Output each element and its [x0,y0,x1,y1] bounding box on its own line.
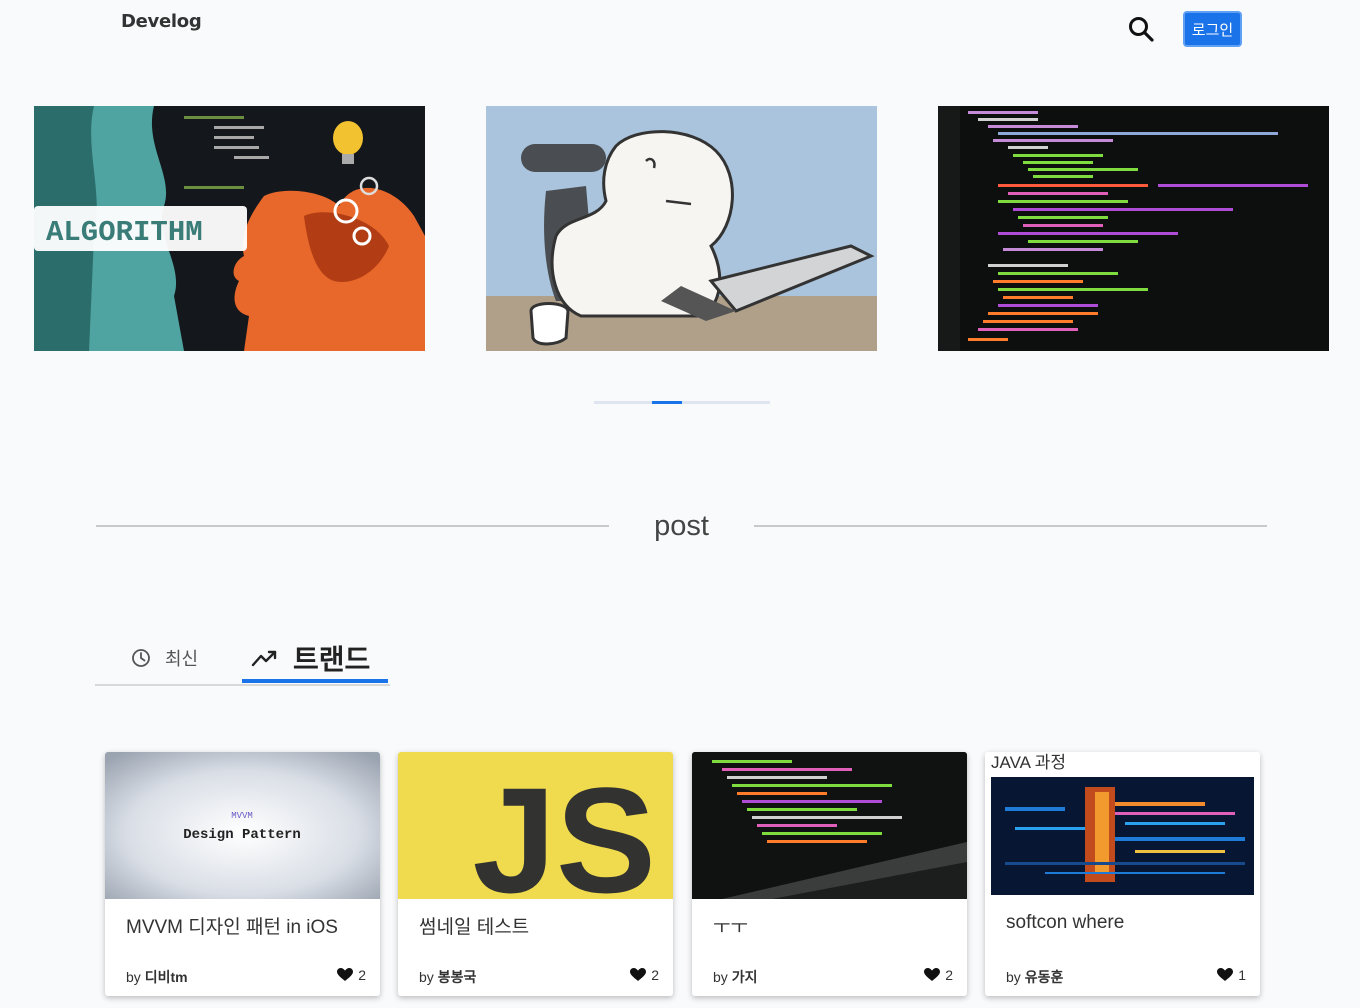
thumb-line2: Design Pattern [183,827,301,843]
post-card[interactable]: MVVM Design Pattern MVVM 디자인 패턴 in iOS b… [105,752,380,996]
post-thumbnail [692,752,967,899]
tab-trend-label: 트랜드 [293,643,371,676]
active-tab-underline [242,679,388,683]
like-count: 2 [630,967,659,983]
carousel-indicator-active [652,401,682,404]
tab-recent[interactable]: 최신 [131,632,198,684]
post-thumbnail: JAVA 과정 [985,752,1260,899]
site-logo[interactable]: Develog [121,11,202,32]
post-author: by 봉봉국 [419,969,477,985]
slide-algorithm[interactable]: ALGORITHM [34,106,425,351]
thumb-line1: MVVM [231,811,253,821]
post-title[interactable]: ㅜㅜ [713,912,748,939]
section-divider-left [96,525,609,527]
js-logo-text: JS [473,756,656,899]
algorithm-label: ALGORITHM [46,216,203,249]
post-card[interactable]: JAVA 과정 softcon where by 유동훈 1 [985,752,1260,996]
post-author: by 가지 [713,969,758,985]
tab-trend[interactable]: 트랜드 [251,632,370,684]
section-title: post [654,510,709,542]
slide-laptop-character[interactable] [486,106,877,351]
post-title[interactable]: MVVM 디자인 패턴 in iOS [126,912,338,939]
heart-icon [1217,968,1234,982]
post-card[interactable]: JS 썸네일 테스트 by 봉봉국 2 [398,752,673,996]
post-author: by 디비tm [126,969,188,985]
tab-recent-label: 최신 [165,649,199,670]
like-count: 2 [337,967,366,983]
slide-code-screenshot[interactable] [938,106,1329,351]
like-count: 1 [1217,967,1246,983]
author-name: 가지 [731,969,758,985]
banner-carousel: ALGORITHM [0,106,1360,352]
post-title[interactable]: 썸네일 테스트 [419,912,529,939]
post-thumbnail: MVVM Design Pattern [105,752,380,899]
like-count: 2 [924,967,953,983]
heart-icon [630,968,647,982]
search-icon[interactable] [1127,15,1155,43]
post-card[interactable]: ㅜㅜ by 가지 2 [692,752,967,996]
top-header: Develog 로그인 [0,0,1360,60]
author-name: 유동훈 [1024,969,1064,985]
author-name: 봉봉국 [437,969,477,985]
post-title[interactable]: softcon where [1006,912,1124,934]
post-sort-tabs: 최신 트랜드 [95,632,390,686]
thumb-caption: JAVA 과정 [991,753,1066,772]
post-thumbnail: JS [398,752,673,899]
clock-icon [131,648,151,668]
heart-icon [337,968,354,982]
post-card-grid: MVVM Design Pattern MVVM 디자인 패턴 in iOS b… [105,752,1265,997]
login-button[interactable]: 로그인 [1183,11,1242,47]
carousel-indicator[interactable] [594,401,770,404]
author-name: 디비tm [144,969,188,985]
heart-icon [924,968,941,982]
post-author: by 유동훈 [1006,969,1064,985]
section-divider-right [754,525,1267,527]
trending-icon [251,648,279,668]
